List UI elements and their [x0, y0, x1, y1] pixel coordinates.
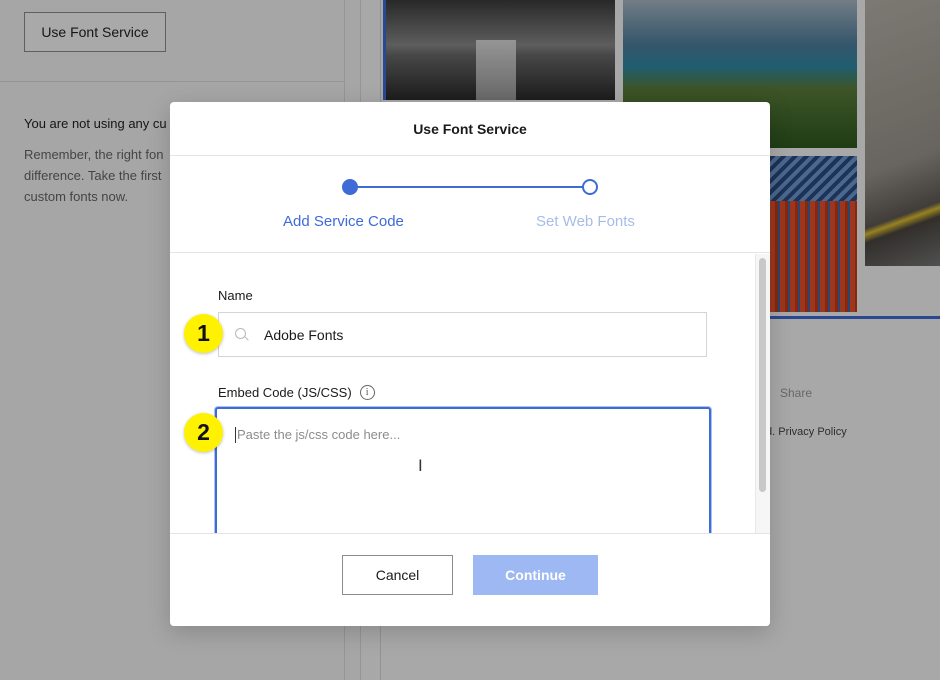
cancel-button[interactable]: Cancel [342, 555, 453, 595]
step-dot-active [342, 179, 358, 195]
dialog-body: Name Adobe Fonts Embed Code (JS/CSS) i P… [170, 254, 770, 534]
step-add-service-code: Add Service Code [283, 213, 404, 230]
dialog-header: Use Font Service [170, 102, 770, 156]
stepper-connector [350, 186, 590, 188]
name-input-value: Adobe Fonts [264, 326, 344, 343]
step-set-web-fonts: Set Web Fonts [536, 213, 635, 230]
text-caret [235, 427, 236, 443]
stepper: Add Service Code Set Web Fonts [170, 156, 770, 253]
name-input[interactable]: Adobe Fonts [218, 312, 707, 357]
info-icon[interactable]: i [359, 385, 375, 400]
search-icon [235, 328, 248, 341]
embed-code-label-text: Embed Code (JS/CSS) [218, 385, 352, 400]
dialog-title: Use Font Service [413, 120, 527, 137]
dialog-footer: Cancel Continue [170, 533, 770, 626]
annotation-badge-1: 1 [184, 314, 223, 353]
embed-code-placeholder: Paste the js/css code here... [237, 427, 401, 442]
dialog-scrollbar-thumb[interactable] [759, 258, 766, 492]
step-dot-upcoming [582, 179, 598, 195]
annotation-badge-2: 2 [184, 413, 223, 452]
name-label-text: Name [218, 288, 253, 303]
continue-button[interactable]: Continue [473, 555, 598, 595]
name-label: Name [218, 288, 253, 303]
embed-code-label: Embed Code (JS/CSS) i [218, 385, 375, 400]
embed-code-textarea[interactable]: Paste the js/css code here... I [215, 407, 711, 534]
font-service-dialog: Use Font Service Add Service Code Set We… [170, 102, 770, 626]
ibeam-cursor-icon: I [418, 456, 423, 475]
